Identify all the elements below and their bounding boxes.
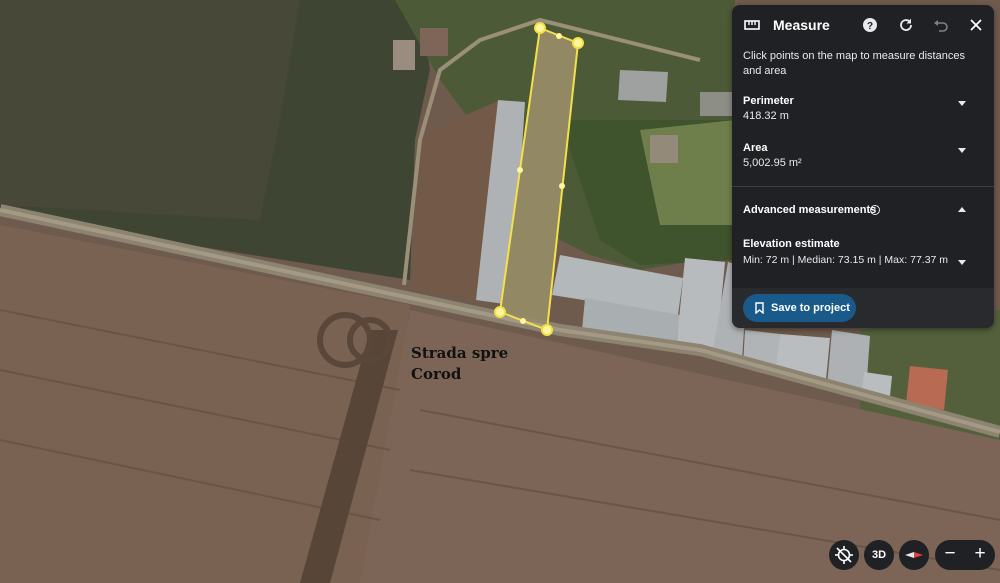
- advanced-label: Advanced measurements: [743, 204, 877, 216]
- info-icon[interactable]: i: [870, 205, 880, 215]
- chevron-down-icon: [958, 260, 966, 265]
- close-button[interactable]: [966, 15, 986, 35]
- midpoint-handle: [559, 183, 565, 189]
- perimeter-row[interactable]: Perimeter 418.32 m: [732, 95, 994, 129]
- panel-title: Measure: [773, 17, 830, 33]
- midpoint-handle: [517, 167, 523, 173]
- zoom-out-button[interactable]: −: [935, 540, 965, 570]
- panel-footer: Save to project: [732, 288, 994, 328]
- compass-icon: [905, 552, 923, 558]
- chevron-up-icon: [958, 207, 966, 212]
- advanced-measurements-toggle[interactable]: Advanced measurements i: [732, 201, 994, 221]
- vertex-handle: [541, 324, 553, 336]
- building: [618, 70, 668, 102]
- perimeter-label: Perimeter: [743, 95, 794, 107]
- undo-icon: [934, 20, 948, 32]
- midpoint-handle: [556, 33, 562, 39]
- ruler-icon: [744, 20, 760, 30]
- vertex-handle: [494, 306, 506, 318]
- svg-text:?: ?: [867, 21, 873, 32]
- measure-panel: Measure ? Click points on the map to mea…: [732, 5, 994, 328]
- instructions-text: Click points on the map to measure dista…: [743, 50, 965, 77]
- chevron-down-icon: [958, 101, 966, 106]
- divider: [732, 186, 994, 187]
- midpoint-handle: [520, 318, 526, 324]
- elevation-row[interactable]: Elevation estimate Min: 72 m | Median: 7…: [732, 238, 994, 284]
- vertex-handle: [572, 37, 584, 49]
- undo-button[interactable]: [931, 15, 951, 35]
- elevation-label: Elevation estimate: [743, 238, 840, 250]
- 3d-toggle-button[interactable]: 3D: [864, 540, 894, 570]
- help-icon: ?: [863, 18, 877, 32]
- location-off-button[interactable]: [829, 540, 859, 570]
- perimeter-value: 418.32 m: [743, 110, 789, 122]
- zoom-control: − +: [935, 540, 995, 570]
- chevron-down-icon: [958, 148, 966, 153]
- refresh-button[interactable]: [896, 15, 916, 35]
- area-value: 5,002.95 m²: [743, 157, 802, 169]
- street-label: Strada spre Corod: [411, 344, 509, 383]
- close-icon: [970, 19, 982, 31]
- 3d-label: 3D: [871, 549, 887, 561]
- building: [420, 28, 448, 56]
- zoom-in-label: +: [974, 543, 986, 564]
- area-row[interactable]: Area 5,002.95 m²: [732, 142, 994, 176]
- panel-header: Measure ?: [732, 5, 994, 45]
- building: [393, 40, 415, 70]
- building: [650, 135, 678, 163]
- bookmark-icon: [755, 302, 764, 314]
- building: [700, 92, 734, 116]
- zoom-out-label: −: [944, 543, 956, 564]
- save-label: Save to project: [771, 302, 850, 314]
- compass-button[interactable]: [899, 540, 929, 570]
- help-button[interactable]: ?: [860, 15, 880, 35]
- elevation-value: Min: 72 m | Median: 73.15 m | Max: 77.37…: [743, 254, 949, 266]
- area-label: Area: [743, 142, 768, 154]
- vertex-handle: [534, 22, 546, 34]
- save-to-project-button[interactable]: Save to project: [743, 294, 856, 322]
- location-off-icon: [835, 546, 853, 564]
- zoom-in-button[interactable]: +: [965, 540, 995, 570]
- refresh-icon: [900, 18, 912, 31]
